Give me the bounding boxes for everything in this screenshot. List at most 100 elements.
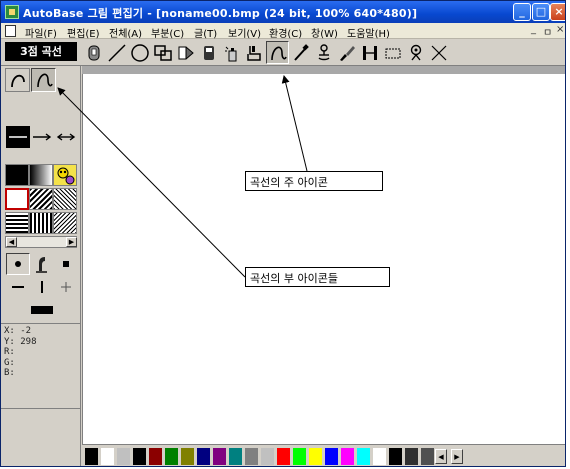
pattern-swatch[interactable] [5, 212, 29, 234]
palette-swatch[interactable] [373, 448, 386, 465]
window-title: AutoBase 그림 편집기 - [noname00.bmp (24 bit,… [23, 7, 418, 20]
b-label: B: [4, 368, 15, 378]
measure-tool[interactable] [358, 41, 381, 64]
fill-tool[interactable] [243, 41, 266, 64]
brush-square[interactable] [54, 253, 78, 275]
r-label: R: [4, 347, 15, 357]
line-style-plain[interactable] [6, 126, 30, 148]
pattern-swatch[interactable] [53, 164, 77, 186]
thick-line-brush-icon [31, 306, 53, 314]
palette-swatch[interactable] [405, 448, 418, 465]
line-style-arrow[interactable] [30, 126, 54, 148]
menu-window[interactable]: 창(W) [311, 25, 338, 40]
pattern-swatch[interactable] [29, 188, 53, 210]
stamp-tool[interactable] [312, 41, 335, 64]
menu-environment[interactable]: 환경(C) [269, 25, 302, 40]
minimize-button[interactable]: _ [513, 3, 531, 21]
palette-swatch[interactable] [197, 448, 210, 465]
pattern-scrollbar[interactable]: ◀ ▶ [5, 236, 77, 248]
lasso-tool[interactable] [404, 41, 427, 64]
palette-swatch[interactable] [117, 448, 130, 465]
palette-swatch[interactable] [101, 448, 114, 465]
rect-select-tool[interactable] [381, 41, 404, 64]
title-bar: AutoBase 그림 편집기 - [noname00.bmp (24 bit,… [1, 1, 565, 23]
palette-swatch[interactable] [213, 448, 226, 465]
menu-part[interactable]: 부분(C) [151, 25, 184, 40]
palette-swatch[interactable] [277, 448, 290, 465]
pen-brush-icon [36, 257, 47, 273]
palette-swatch[interactable] [309, 448, 322, 465]
line-icon [107, 43, 126, 62]
fill-icon [246, 45, 261, 61]
palette-swatch[interactable] [261, 448, 274, 465]
left-panel: ◀ ▶ X: -2 Y: 298 R: G: B: [1, 66, 81, 466]
select-tool[interactable] [82, 41, 105, 64]
maximize-button[interactable]: □ [532, 3, 550, 21]
arrow-tool[interactable] [174, 41, 197, 64]
brush-tool[interactable] [335, 41, 358, 64]
spray-tool[interactable] [220, 41, 243, 64]
y-label: Y: [4, 336, 15, 347]
palette-swatch[interactable] [341, 448, 354, 465]
brush-cross[interactable] [54, 276, 78, 298]
palette-swatch[interactable] [165, 448, 178, 465]
rect-select-icon [385, 48, 400, 58]
scroll-left-icon[interactable]: ◀ [6, 237, 17, 247]
rect-tool[interactable] [151, 41, 174, 64]
palette-swatch[interactable] [85, 448, 98, 465]
mdi-minimize-button[interactable]: _ [531, 24, 536, 35]
palette-swatch[interactable] [245, 448, 258, 465]
brush-pen[interactable] [30, 253, 54, 275]
palette-swatch[interactable] [229, 448, 242, 465]
palette-swatch[interactable] [389, 448, 402, 465]
palette-swatch[interactable] [293, 448, 306, 465]
dropper-tool[interactable] [289, 41, 312, 64]
menu-all[interactable]: 전체(A) [109, 25, 142, 40]
menu-help[interactable]: 도움말(H) [347, 25, 390, 40]
pattern-swatch[interactable] [5, 164, 29, 186]
document-icon[interactable] [5, 25, 16, 37]
y-value: 298 [20, 336, 37, 347]
brush-dot[interactable] [6, 253, 30, 275]
cancel-tool[interactable] [427, 41, 450, 64]
palette-swatch[interactable] [181, 448, 194, 465]
menu-edit[interactable]: 편집(E) [67, 25, 100, 40]
eraser-tool[interactable] [197, 41, 220, 64]
drawing-canvas[interactable] [82, 74, 565, 444]
menu-text[interactable]: 글(T) [194, 25, 217, 40]
palette-swatch[interactable] [325, 448, 338, 465]
palette-left-icon[interactable]: ◀ [435, 449, 447, 464]
brush-thick-line[interactable] [30, 299, 54, 321]
curve-tool[interactable] [266, 41, 289, 64]
line-tool[interactable] [105, 41, 128, 64]
menu-view[interactable]: 보기(V) [228, 25, 261, 40]
palette-swatch[interactable] [421, 448, 434, 465]
palette-right-icon[interactable]: ▶ [451, 449, 463, 464]
canvas-area [82, 66, 565, 444]
curve-sub-1-icon [10, 74, 25, 88]
pattern-swatch[interactable] [53, 212, 77, 234]
mdi-restore-button[interactable]: ㅁ [543, 24, 552, 39]
pattern-swatch[interactable] [53, 188, 77, 210]
pattern-swatch[interactable] [29, 212, 53, 234]
pattern-swatch[interactable] [5, 188, 29, 210]
menu-file[interactable]: 파일(F) [25, 25, 57, 40]
palette-swatch[interactable] [357, 448, 370, 465]
curve-sub-tool-2[interactable] [31, 68, 56, 92]
g-label: G: [4, 357, 15, 368]
pattern-swatch[interactable] [29, 164, 53, 186]
line-style-double-arrow[interactable] [54, 126, 78, 148]
brush-horizontal[interactable] [6, 276, 30, 298]
mdi-close-button[interactable]: × [556, 24, 564, 35]
circle-tool[interactable] [128, 41, 151, 64]
curve-sub-2-icon [36, 73, 53, 88]
brush-vertical[interactable] [30, 276, 54, 298]
palette-swatch[interactable] [149, 448, 162, 465]
curve-sub-tool-1[interactable] [5, 68, 30, 92]
close-button[interactable]: × [550, 3, 565, 21]
circle-icon [130, 43, 149, 62]
scroll-right-icon[interactable]: ▶ [66, 237, 77, 247]
eraser-icon [203, 45, 214, 60]
palette-swatch[interactable] [133, 448, 146, 465]
curve-icon [270, 46, 287, 60]
